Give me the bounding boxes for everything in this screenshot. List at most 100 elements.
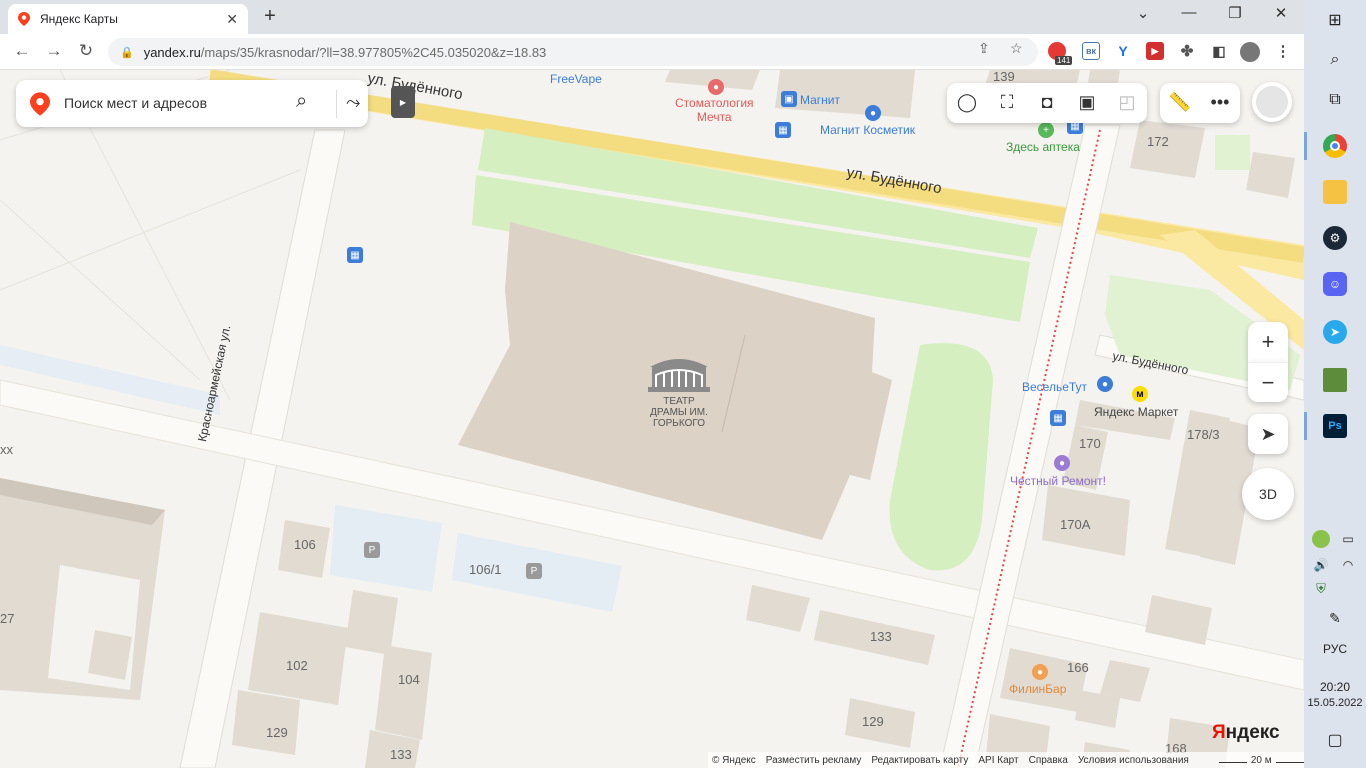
my-location-button[interactable]: ➤ [1248,414,1288,454]
tray-app-icon[interactable] [1312,530,1330,548]
vpn-extension-icon[interactable]: Y [1114,42,1132,60]
avatar [1256,86,1288,118]
map-layers-toolbar: ◯ ⛶ ◘ ▣ ◰ [947,83,1147,123]
poi-filinbar[interactable]: ФилинБар [1009,682,1066,696]
url-input[interactable]: 🔒 yandex.ru/maps/35/krasnodar/?ll=38.977… [108,38,1038,66]
house-number: 139 [993,70,1015,84]
poi-magnit-cosmetic[interactable]: Магнит Косметик [820,123,915,137]
scale-line [1275,757,1304,763]
pen-icon[interactable]: ✎ [1323,606,1347,630]
zoom-in-button[interactable]: + [1248,322,1288,362]
photoshop-icon[interactable]: Ps [1323,414,1347,438]
footer-ads-link[interactable]: Разместить рекламу [766,755,862,766]
tab-yandex-maps[interactable]: Яндекс Карты ✕ [8,4,248,34]
bus-stop-icon[interactable]: ▦ [347,247,363,263]
house-number: 106 [294,537,316,552]
forward-button[interactable]: → [42,41,66,61]
panorama-icon[interactable]: ⛶ [995,92,1019,113]
scale-label: 20 м [1250,754,1272,766]
map-canvas[interactable]: ул. Будённого ул. Будённого ул. Будённог… [0,70,1304,768]
side-panel-icon[interactable]: ◧ [1210,42,1228,60]
discord-icon[interactable]: ☺ [1323,272,1347,296]
user-profile-button[interactable] [1252,82,1292,122]
close-tab-icon[interactable]: ✕ [226,11,238,28]
reload-button[interactable]: ↻ [74,41,98,61]
steam-icon[interactable]: ⚙ [1323,226,1347,250]
wifi-icon[interactable]: ◠ [1338,556,1358,574]
search-icon[interactable]: ⌕ [1323,48,1347,72]
layers-icon[interactable]: ◯ [955,92,979,113]
ruler-icon[interactable]: 📏 [1168,92,1192,113]
profile-avatar[interactable] [1240,42,1260,62]
bookmark-star-icon[interactable]: ☆ [1010,40,1023,57]
poi-chestny-remont[interactable]: Честный Ремонт! [1010,474,1106,488]
toy-store-icon: ● [1097,376,1113,392]
vk-extension-icon[interactable]: вк [1082,42,1100,60]
scale-bar: 20 м [1218,754,1304,766]
poi-yandex-market[interactable]: Яндекс Маркет [1094,405,1178,419]
cosmetics-icon: ● [865,105,881,121]
minecraft-icon[interactable] [1323,368,1347,392]
chrome-icon[interactable] [1323,134,1347,158]
house-number: 27 [0,611,15,626]
yandex-maps-favicon-icon [18,12,30,26]
poi-freevape[interactable]: FreeVape [550,72,602,86]
file-explorer-icon[interactable] [1323,180,1347,204]
tab-bar: Яндекс Карты ✕ + ⌄ — ❐ ✕ [0,0,1304,34]
task-view-icon[interactable]: ⧉ [1323,88,1347,112]
traffic-icon[interactable]: ◰ [1115,92,1139,113]
poi-apteka[interactable]: Здесь аптека [1006,140,1080,154]
poi-theatre[interactable]: ТЕАТР ДРАМЫ ИМ. ГОРЬКОГО [640,396,718,429]
share-icon[interactable]: ⇪ [978,40,990,57]
3d-button[interactable]: 3D [1242,468,1294,520]
bus-stop-icon[interactable]: ▦ [1050,410,1066,426]
notifications-icon[interactable]: ▢ [1323,728,1347,752]
search-icon[interactable]: ⌕ [296,90,307,113]
search-input[interactable] [64,90,274,116]
new-tab-button[interactable]: + [258,5,282,28]
close-window-button[interactable]: ✕ [1266,4,1296,22]
route-icon[interactable]: ⤳ [346,92,360,113]
back-button[interactable]: ← [10,41,34,61]
parking-icon: P [526,563,542,579]
poi-veselye[interactable]: ВесельеТут [1022,380,1087,394]
yandex-logo[interactable]: Яндекс [1212,722,1280,744]
video-extension-icon[interactable]: ▶ [1146,42,1164,60]
parking-icon: P [364,542,380,558]
logo-letter: Я [1212,722,1226,743]
extensions-puzzle-icon[interactable]: ✤ [1178,42,1196,60]
house-number: 102 [286,658,308,673]
bar-icon: ● [1032,664,1048,680]
active-app-indicator [1304,132,1307,160]
battery-icon[interactable]: ▭ [1338,530,1358,548]
repair-icon: ● [1054,455,1070,471]
maximize-button[interactable]: ❐ [1220,4,1250,22]
house-number: 166 [1067,660,1089,675]
footer-edit-link[interactable]: Редактировать карту [871,755,968,766]
address-bar-row: ← → ↻ 🔒 yandex.ru/maps/35/krasnodar/?ll=… [0,34,1304,70]
windows-start-icon[interactable]: ⊞ [1323,8,1347,32]
more-icon[interactable]: ••• [1208,92,1232,113]
security-shield-icon[interactable]: ⛨ [1312,580,1330,598]
poi-magnit[interactable]: Магнит [800,93,840,107]
poi-stomatology[interactable]: Стоматология Мечта [675,96,754,124]
minimize-button[interactable]: — [1174,4,1204,21]
footer-copyright[interactable]: © Яндекс [712,755,756,766]
bus-stop-icon[interactable]: ▦ [775,122,791,138]
language-indicator[interactable]: РУС [1304,642,1366,656]
clock-date[interactable]: 15.05.2022 [1304,697,1366,709]
transit-bus-icon[interactable]: ▣ [1075,92,1099,113]
telegram-icon[interactable]: ➤ [1323,320,1347,344]
tab-search-icon[interactable]: ⌄ [1128,4,1158,22]
panel-toggle-button[interactable]: ▶ [391,86,415,118]
chrome-menu-icon[interactable]: ⋮ [1274,42,1292,60]
footer-api-link[interactable]: API Карт [978,755,1018,766]
camera-icon[interactable]: ◘ [1035,92,1059,113]
clock-time[interactable]: 20:20 [1304,680,1366,694]
zoom-out-button[interactable]: − [1248,362,1288,402]
footer-terms-link[interactable]: Условия использования [1078,755,1189,766]
pharmacy-icon: + [1038,122,1054,138]
volume-icon[interactable]: 🔊 [1312,556,1330,574]
footer-help-link[interactable]: Справка [1029,755,1068,766]
house-number: 133 [390,747,412,762]
